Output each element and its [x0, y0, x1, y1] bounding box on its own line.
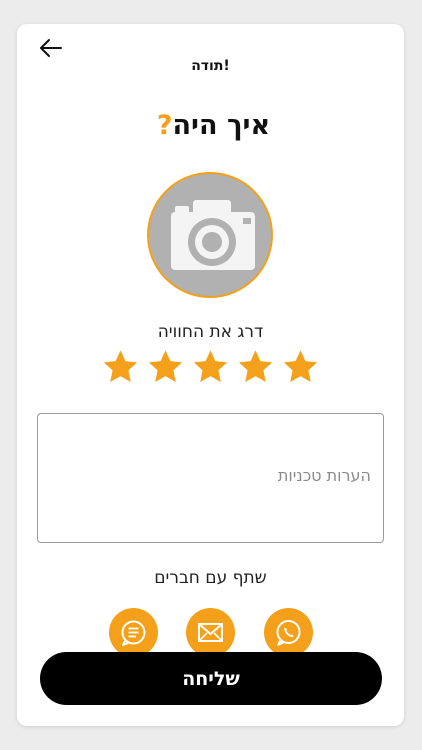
- star-rating: [17, 348, 404, 386]
- header-title: תודה!: [191, 58, 230, 74]
- share-email-button[interactable]: [186, 608, 235, 657]
- comments-input[interactable]: [37, 413, 384, 543]
- question-heading: איך היה?: [17, 110, 404, 141]
- message-icon: [121, 620, 146, 646]
- star-icon[interactable]: [236, 348, 275, 386]
- feedback-card: תודה! איך היה? דרג את החוויה שתף עם חברי…: [17, 24, 404, 726]
- submit-button[interactable]: שליחה: [40, 652, 382, 705]
- star-icon[interactable]: [191, 348, 230, 386]
- back-arrow-icon[interactable]: [39, 38, 63, 58]
- question-mark: ?: [156, 110, 173, 141]
- star-icon[interactable]: [101, 348, 140, 386]
- photo-upload[interactable]: [147, 172, 273, 298]
- star-icon[interactable]: [281, 348, 320, 386]
- rating-label: דרג את החוויה: [157, 322, 264, 342]
- question-text: איך היה: [172, 110, 271, 141]
- share-whatsapp-button[interactable]: [264, 608, 313, 657]
- share-label: שתף עם חברים: [154, 568, 267, 588]
- share-sms-button[interactable]: [109, 608, 158, 657]
- whatsapp-icon: [276, 620, 301, 646]
- camera-icon: [171, 200, 255, 270]
- mail-icon: [198, 623, 223, 642]
- star-icon[interactable]: [146, 348, 185, 386]
